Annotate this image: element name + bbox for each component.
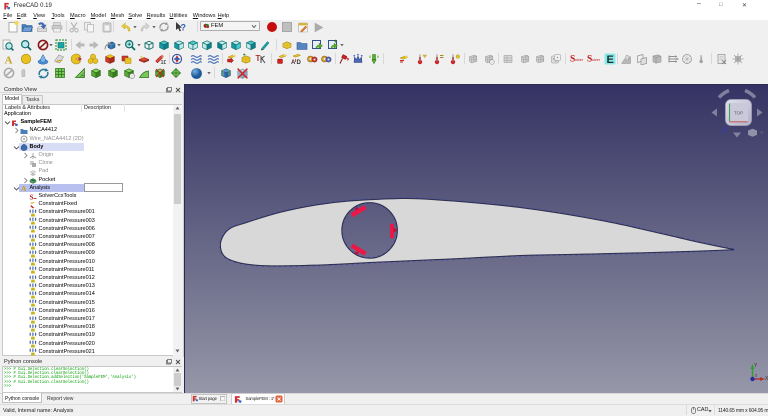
svg-text:olver: olver xyxy=(575,58,583,62)
svg-text:D: D xyxy=(296,60,301,65)
svg-text:1D: 1D xyxy=(160,60,166,65)
svg-text:E: E xyxy=(606,54,613,65)
svg-text:S: S xyxy=(30,193,34,201)
svg-text:T: T xyxy=(256,54,261,63)
svg-text:TOP: TOP xyxy=(734,110,743,115)
svg-text:A: A xyxy=(4,54,12,65)
svg-text:A: A xyxy=(21,184,27,192)
svg-text:?: ? xyxy=(180,22,186,32)
svg-text:z: z xyxy=(755,373,758,378)
svg-text:i: i xyxy=(200,56,202,61)
svg-text:olver: olver xyxy=(592,58,600,62)
svg-text:Y: Y xyxy=(754,363,758,369)
